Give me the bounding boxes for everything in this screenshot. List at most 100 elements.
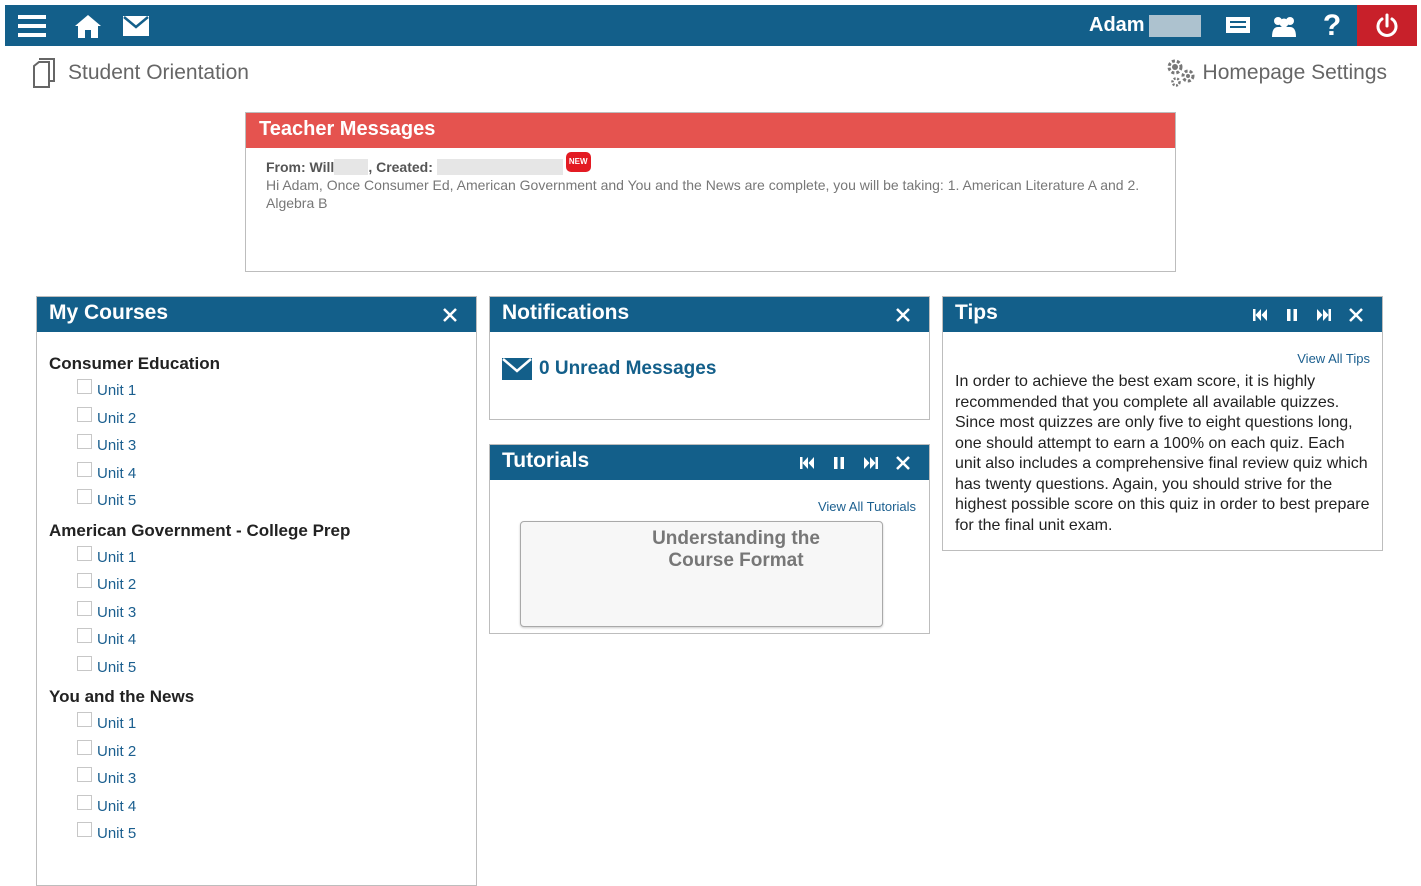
unit-row: Unit 1 xyxy=(37,710,476,738)
unit-link[interactable]: Unit 2 xyxy=(97,576,136,593)
redacted-surname xyxy=(1148,14,1201,37)
notifications-panel: Notifications 0 Unread Messages xyxy=(489,296,930,420)
page-title-text: Student Orientation xyxy=(68,61,249,84)
unit-link[interactable]: Unit 4 xyxy=(97,631,136,648)
unit-row: Unit 2 xyxy=(37,738,476,766)
chat-icon[interactable] xyxy=(1221,5,1255,46)
top-navigation-bar: Adam ? xyxy=(5,5,1417,46)
unit-link[interactable]: Unit 1 xyxy=(97,715,136,732)
unit-link[interactable]: Unit 4 xyxy=(97,798,136,815)
teacher-messages-panel: Teacher Messages From: Will , Created: N… xyxy=(245,112,1176,272)
tip-text: In order to achieve the best exam score,… xyxy=(955,373,1370,534)
unit-row: Unit 4 xyxy=(37,793,476,821)
unit-checkbox[interactable] xyxy=(77,628,92,644)
unit-link[interactable]: Unit 2 xyxy=(97,410,136,427)
unit-link[interactable]: Unit 5 xyxy=(97,825,136,842)
tutorials-title: Tutorials xyxy=(502,449,590,472)
close-icon[interactable] xyxy=(1340,297,1372,332)
pause-icon[interactable] xyxy=(823,445,855,480)
homepage-settings-button[interactable]: Homepage Settings xyxy=(1165,57,1387,89)
hamburger-menu-icon[interactable] xyxy=(15,5,49,46)
unit-row: Unit 4 xyxy=(37,626,476,654)
unit-checkbox[interactable] xyxy=(77,489,92,505)
gears-icon xyxy=(1167,59,1195,87)
previous-icon[interactable] xyxy=(1244,297,1276,332)
unit-link[interactable]: Unit 3 xyxy=(97,437,136,454)
unit-link[interactable]: Unit 1 xyxy=(97,549,136,566)
power-icon[interactable] xyxy=(1357,5,1417,46)
unit-row: Unit 4 xyxy=(37,460,476,488)
unit-link[interactable]: Unit 3 xyxy=(97,770,136,787)
message-created-label: , Created: xyxy=(368,159,433,175)
close-icon[interactable] xyxy=(887,445,919,480)
unit-checkbox[interactable] xyxy=(77,461,92,477)
mail-icon[interactable] xyxy=(119,5,153,46)
pause-icon[interactable] xyxy=(1276,297,1308,332)
unit-row: Unit 3 xyxy=(37,765,476,793)
course-title: Consumer Education xyxy=(49,354,220,373)
user-name[interactable]: Adam xyxy=(1089,5,1201,46)
redacted-date xyxy=(436,159,563,175)
unit-checkbox[interactable] xyxy=(77,712,92,728)
unit-checkbox[interactable] xyxy=(77,379,92,395)
my-courses-title: My Courses xyxy=(49,301,169,324)
previous-icon[interactable] xyxy=(791,445,823,480)
unit-checkbox[interactable] xyxy=(77,739,92,755)
unit-row: Unit 5 xyxy=(37,487,476,515)
unit-checkbox[interactable] xyxy=(77,406,92,422)
home-icon[interactable] xyxy=(71,5,105,46)
close-icon[interactable] xyxy=(434,297,466,332)
unit-checkbox[interactable] xyxy=(77,545,92,561)
teacher-messages-title: Teacher Messages xyxy=(246,113,1175,148)
notifications-title: Notifications xyxy=(502,301,630,324)
message-body: Hi Adam, Once Consumer Ed, American Gove… xyxy=(266,177,1140,211)
unit-row: Unit 5 xyxy=(37,820,476,848)
unit-link[interactable]: Unit 2 xyxy=(97,743,136,760)
homepage-settings-label: Homepage Settings xyxy=(1202,61,1387,84)
unit-checkbox[interactable] xyxy=(77,600,92,616)
unread-messages-link[interactable]: 0 Unread Messages xyxy=(490,332,929,380)
unit-row: Unit 2 xyxy=(37,571,476,599)
document-copy-icon xyxy=(33,58,55,88)
unit-link[interactable]: Unit 3 xyxy=(97,604,136,621)
help-icon[interactable]: ? xyxy=(1315,5,1349,46)
unit-checkbox[interactable] xyxy=(77,767,92,783)
unread-messages-label: 0 Unread Messages xyxy=(539,358,717,379)
view-all-tips-link[interactable]: View All Tips xyxy=(1297,351,1370,366)
unit-row: Unit 3 xyxy=(37,432,476,460)
unit-row: Unit 3 xyxy=(37,599,476,627)
group-icon[interactable] xyxy=(1267,5,1301,46)
unit-row: Unit 1 xyxy=(37,377,476,405)
page-title: Student Orientation xyxy=(32,58,249,88)
user-name-label: Adam xyxy=(1089,14,1145,36)
unit-row: Unit 5 xyxy=(37,654,476,682)
envelope-icon xyxy=(502,358,532,380)
unit-link[interactable]: Unit 5 xyxy=(97,659,136,676)
unit-link[interactable]: Unit 1 xyxy=(97,382,136,399)
next-icon[interactable] xyxy=(855,445,887,480)
unit-link[interactable]: Unit 4 xyxy=(97,465,136,482)
tips-panel: Tips View All Tips In order to achieve t… xyxy=(942,296,1383,551)
next-icon[interactable] xyxy=(1308,297,1340,332)
view-all-tutorials-link[interactable]: View All Tutorials xyxy=(818,499,916,514)
message-from: From: Will xyxy=(266,159,335,175)
redacted-name xyxy=(334,159,369,175)
unit-checkbox[interactable] xyxy=(77,573,92,589)
tutorial-card[interactable]: Understanding the Course Format xyxy=(520,521,883,627)
unit-link[interactable]: Unit 5 xyxy=(97,492,136,509)
tutorial-card-title: Understanding the Course Format xyxy=(652,528,820,571)
my-courses-panel: My Courses Consumer Education Unit 1 Unit … xyxy=(36,296,477,886)
unit-checkbox[interactable] xyxy=(77,822,92,838)
courses-list: Consumer Education Unit 1 Unit 2 Unit 3 Unit… xyxy=(37,332,476,848)
new-badge: NEW xyxy=(565,152,591,172)
unit-checkbox[interactable] xyxy=(77,794,92,810)
unit-row: Unit 1 xyxy=(37,544,476,572)
unit-checkbox[interactable] xyxy=(77,434,92,450)
tips-title: Tips xyxy=(955,301,998,324)
course-title: You and the News xyxy=(49,687,195,706)
unit-checkbox[interactable] xyxy=(77,655,92,671)
close-icon[interactable] xyxy=(887,297,919,332)
tutorials-panel: Tutorials View All Tutorials Understandi… xyxy=(489,444,930,634)
message-meta: From: Will , Created: NEW xyxy=(266,152,1155,176)
course-title: American Government - College Prep xyxy=(49,520,351,540)
